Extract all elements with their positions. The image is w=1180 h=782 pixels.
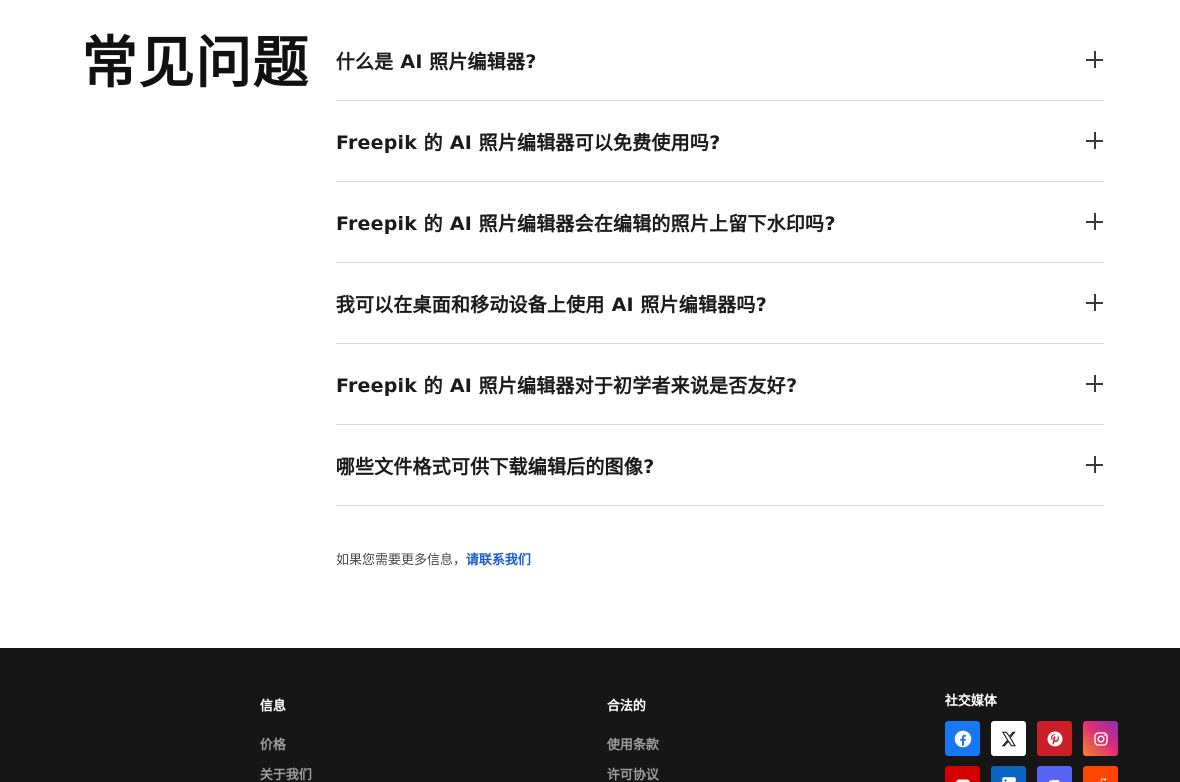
x-button[interactable] — [991, 721, 1026, 756]
contact-line: 如果您需要更多信息，请联系我们 — [336, 549, 531, 568]
plus-icon[interactable] — [1086, 51, 1104, 69]
plus-icon[interactable] — [1086, 375, 1104, 393]
footer-legal-column: 合法的 使用条款 许可协议 — [607, 695, 659, 782]
facebook-icon — [954, 730, 971, 747]
social-grid — [945, 721, 1118, 782]
reddit-icon — [1097, 777, 1106, 782]
instagram-icon — [1093, 731, 1108, 746]
pinterest-icon — [1047, 731, 1062, 746]
youtube-button[interactable] — [945, 766, 980, 782]
plus-icon[interactable] — [1086, 132, 1104, 150]
plus-icon[interactable] — [1086, 456, 1104, 474]
plus-icon[interactable] — [1086, 213, 1104, 231]
faq-item[interactable]: 什么是 AI 照片编辑器? — [336, 20, 1104, 101]
facebook-button[interactable] — [945, 721, 980, 756]
footer-link-terms[interactable]: 使用条款 — [607, 738, 659, 768]
footer-social-heading: 社交媒体 — [945, 694, 998, 709]
discord-icon — [1047, 779, 1060, 782]
linkedin-icon — [1001, 776, 1016, 782]
footer-link-license[interactable]: 许可协议 — [607, 768, 659, 782]
contact-us-link[interactable]: 请联系我们 — [466, 553, 531, 568]
footer-legal-heading: 合法的 — [607, 699, 647, 714]
footer-link-pricing[interactable]: 价格 — [260, 738, 312, 768]
youtube-icon — [955, 779, 970, 782]
pinterest-button[interactable] — [1037, 721, 1072, 756]
faq-item[interactable]: 哪些文件格式可供下载编辑后的图像? — [336, 425, 1104, 506]
linkedin-button[interactable] — [991, 766, 1026, 782]
instagram-button[interactable] — [1083, 721, 1118, 756]
faq-question: 哪些文件格式可供下载编辑后的图像? — [336, 455, 655, 478]
footer-info-heading: 信息 — [260, 699, 287, 714]
footer-link-about[interactable]: 关于我们 — [260, 768, 312, 782]
x-icon — [1001, 731, 1016, 746]
faq-item[interactable]: Freepik 的 AI 照片编辑器会在编辑的照片上留下水印吗? — [336, 182, 1104, 263]
reddit-button[interactable] — [1083, 766, 1118, 782]
contact-prefix: 如果您需要更多信息， — [336, 553, 467, 568]
faq-list: 什么是 AI 照片编辑器? Freepik 的 AI 照片编辑器可以免费使用吗?… — [336, 20, 1104, 506]
faq-question: Freepik 的 AI 照片编辑器可以免费使用吗? — [336, 131, 721, 154]
footer-social-column: 社交媒体 — [945, 690, 1118, 782]
plus-icon[interactable] — [1086, 294, 1104, 312]
faq-question: Freepik 的 AI 照片编辑器对于初学者来说是否友好? — [336, 374, 798, 397]
faq-question: Freepik 的 AI 照片编辑器会在编辑的照片上留下水印吗? — [336, 212, 836, 235]
faq-item[interactable]: 我可以在桌面和移动设备上使用 AI 照片编辑器吗? — [336, 263, 1104, 344]
faq-item[interactable]: Freepik 的 AI 照片编辑器对于初学者来说是否友好? — [336, 344, 1104, 425]
faq-question: 什么是 AI 照片编辑器? — [336, 50, 537, 73]
footer: 信息 价格 关于我们 合法的 使用条款 许可协议 社交媒体 — [0, 648, 1180, 782]
faq-title: 常见问题 — [82, 31, 310, 96]
faq-item[interactable]: Freepik 的 AI 照片编辑器可以免费使用吗? — [336, 101, 1104, 182]
faq-question: 我可以在桌面和移动设备上使用 AI 照片编辑器吗? — [336, 293, 768, 316]
footer-info-column: 信息 价格 关于我们 — [260, 695, 312, 782]
discord-button[interactable] — [1037, 766, 1072, 782]
